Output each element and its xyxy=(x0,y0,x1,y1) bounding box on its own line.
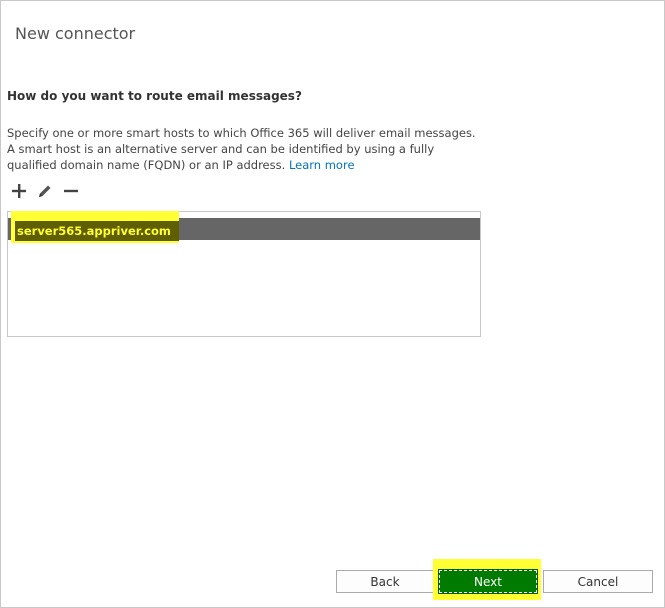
plus-icon xyxy=(12,184,26,198)
edit-smart-host-button[interactable] xyxy=(35,181,55,201)
remove-smart-host-button[interactable] xyxy=(61,181,81,201)
next-button[interactable]: Next xyxy=(438,569,538,594)
learn-more-link[interactable]: Learn more xyxy=(289,158,355,172)
dialog-title: New connector xyxy=(15,24,136,43)
minus-icon xyxy=(64,189,78,193)
smart-host-item[interactable]: server565.appriver.com xyxy=(17,224,171,238)
description-text: Specify one or more smart hosts to which… xyxy=(7,126,476,172)
back-button[interactable]: Back xyxy=(336,570,434,593)
route-question: How do you want to route email messages? xyxy=(7,89,302,103)
smart-host-list[interactable]: server565.appriver.com xyxy=(7,211,481,337)
smart-host-description: Specify one or more smart hosts to which… xyxy=(7,125,485,173)
new-connector-dialog: New connector How do you want to route e… xyxy=(0,0,665,608)
smart-host-toolbar xyxy=(9,181,81,201)
pencil-icon xyxy=(39,185,51,197)
add-smart-host-button[interactable] xyxy=(9,181,29,201)
cancel-button[interactable]: Cancel xyxy=(543,570,653,593)
